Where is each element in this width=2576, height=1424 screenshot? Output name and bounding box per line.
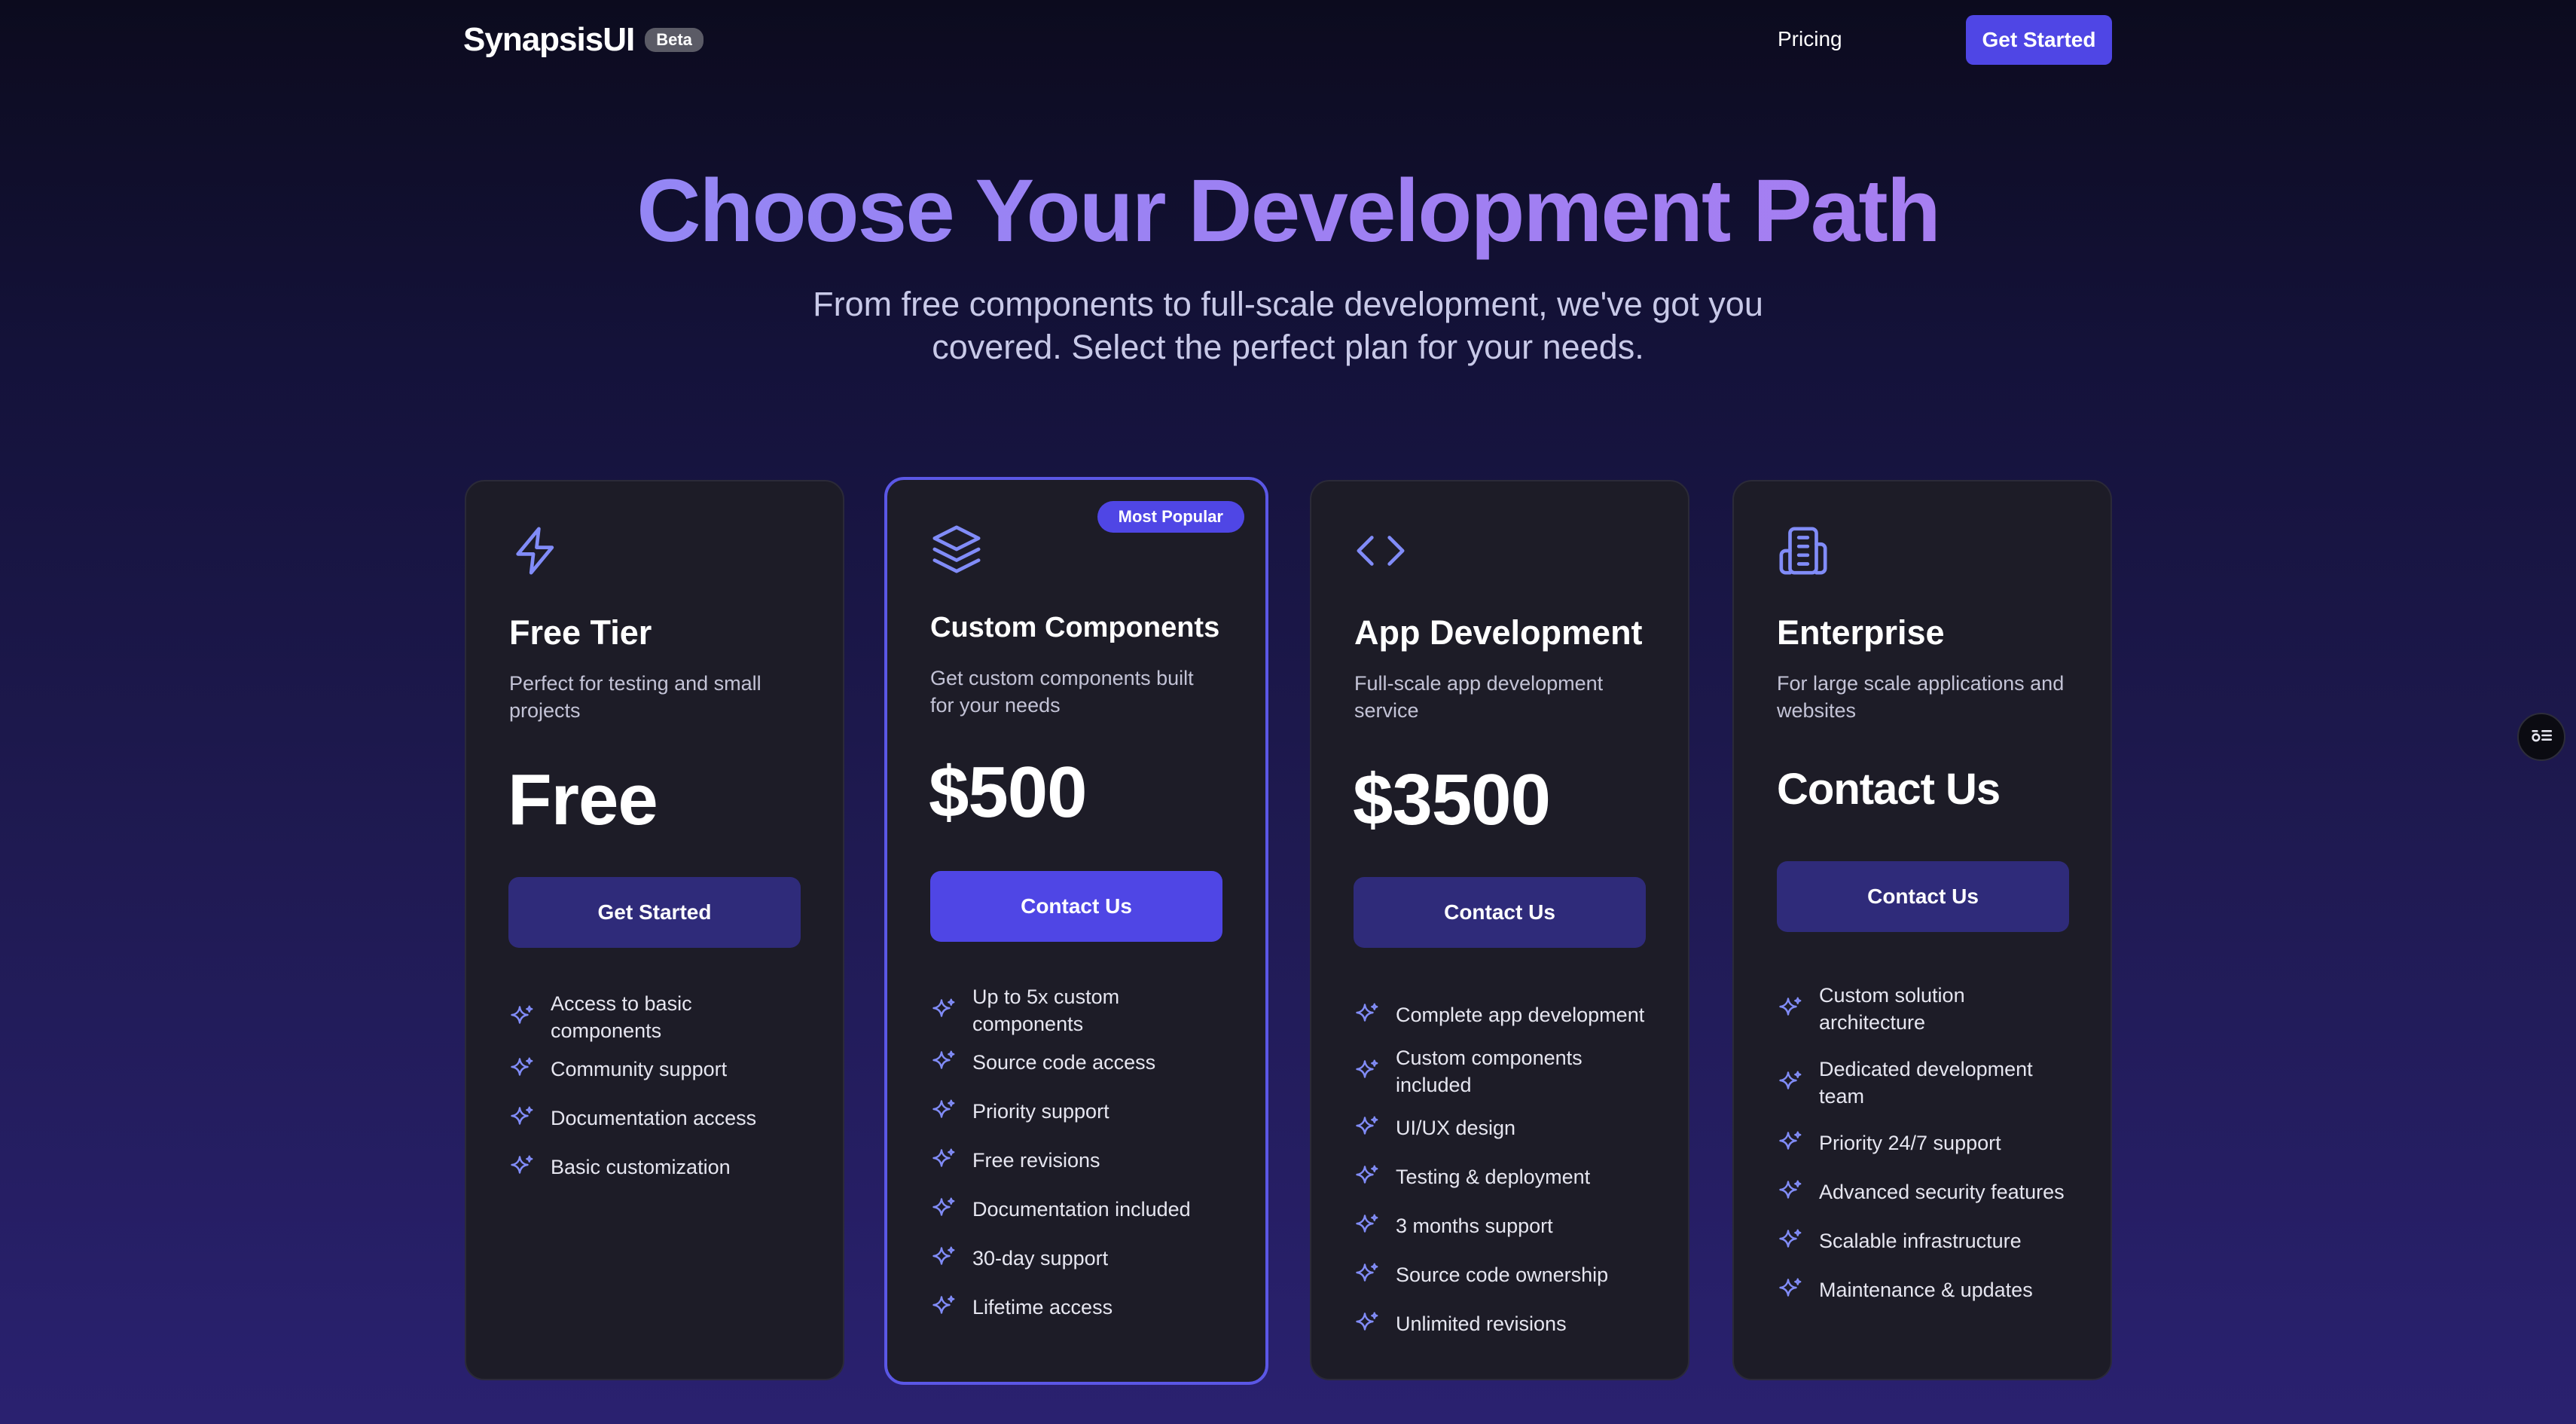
sparkle-icon [930, 997, 957, 1024]
feature-item: Source code access [930, 1037, 1247, 1086]
feature-item: 30-day support [930, 1233, 1247, 1282]
plan-description-line: for your needs [930, 694, 1061, 717]
feature-item: Complete app development [1354, 990, 1670, 1039]
subtitle-line-1: From free components to full-scale devel… [813, 285, 1763, 323]
plan-title: Custom Components [930, 612, 1220, 643]
header-get-started-button[interactable]: Get Started [1966, 15, 2112, 65]
feature-item: Scalable infrastructure [1777, 1216, 2093, 1265]
most-popular-badge: Most Popular [1097, 501, 1244, 533]
sparkle-icon [1777, 1227, 1804, 1254]
feature-item: Lifetime access [930, 1282, 1247, 1331]
feature-item: Testing & deployment [1354, 1152, 1670, 1201]
plan-price: $500 [929, 752, 1088, 833]
sparkle-icon [1777, 995, 1804, 1022]
feature-item: Up to 5x custom components [930, 983, 1247, 1037]
plan-contact-us-button[interactable]: Contact Us [1354, 877, 1646, 948]
sparkle-icon [1354, 1212, 1381, 1239]
plan-description: Full-scale app development service [1354, 670, 1603, 724]
plan-description-line: Get custom components built [930, 667, 1194, 689]
plan-description-line: Full-scale app development [1354, 672, 1604, 695]
sparkle-icon [930, 1294, 957, 1321]
plan-description-line: websites [1777, 699, 1857, 722]
feature-item: Access to basic components [508, 990, 825, 1044]
feature-item: Custom components included [1354, 1039, 1670, 1103]
feature-list: Access to basic components Community sup… [508, 990, 825, 1191]
page-title: Choose Your Development Path [0, 158, 2576, 264]
plan-price: Contact Us [1777, 765, 2001, 814]
sparkle-icon [508, 1004, 536, 1031]
plan-description: Perfect for testing and small projects [509, 670, 762, 724]
sparkle-icon [930, 1245, 957, 1272]
plan-description-line: Perfect for testing and small [509, 672, 762, 695]
feature-item: Free revisions [930, 1135, 1247, 1184]
feature-item: Documentation access [508, 1093, 825, 1142]
sparkle-icon [1777, 1276, 1804, 1303]
plan-title: App Development [1354, 613, 1643, 652]
settings-menu-icon [2529, 723, 2554, 752]
sparkle-icon [930, 1098, 957, 1125]
plan-contact-us-button[interactable]: Contact Us [1777, 861, 2069, 932]
plan-description: For large scale applications and website… [1777, 670, 2064, 724]
plan-description-line: For large scale applications and [1777, 672, 2065, 695]
beta-badge: Beta [645, 28, 704, 52]
feature-item: Advanced security features [1777, 1167, 2093, 1216]
plan-get-started-button[interactable]: Get Started [508, 877, 801, 948]
plan-card-enterprise: Enterprise For large scale applications … [1732, 480, 2112, 1380]
sparkle-icon [930, 1049, 957, 1076]
brand-name: SynapsisUI [463, 21, 635, 58]
feature-item: Dedicated development team [1777, 1047, 2093, 1118]
plan-title: Enterprise [1777, 613, 1945, 652]
sparkle-icon [930, 1196, 957, 1223]
sparkle-icon [1354, 1261, 1381, 1288]
sparkle-icon [508, 1154, 536, 1181]
feature-list: Custom solution architecture Dedicated d… [1777, 971, 2093, 1314]
sparkle-icon [1354, 1163, 1381, 1190]
feature-item: Documentation included [930, 1184, 1247, 1233]
feature-list: Up to 5x custom components Source code a… [930, 983, 1247, 1331]
sparkle-icon [1777, 1178, 1804, 1206]
feature-item: Unlimited revisions [1354, 1299, 1670, 1348]
feature-item: Basic customization [508, 1142, 825, 1191]
plan-title: Free Tier [509, 613, 652, 652]
building-icon [1777, 524, 1830, 577]
lightning-icon [509, 524, 562, 577]
feature-list: Complete app development Custom componen… [1354, 990, 1670, 1348]
plan-description-line: service [1354, 699, 1419, 722]
plan-contact-us-button[interactable]: Contact Us [930, 871, 1222, 942]
feature-item: Maintenance & updates [1777, 1265, 2093, 1314]
feature-item: Source code ownership [1354, 1250, 1670, 1299]
nav-pricing-link[interactable]: Pricing [1778, 27, 1842, 51]
feature-item: Priority support [930, 1086, 1247, 1135]
feature-item: UI/UX design [1354, 1103, 1670, 1152]
sparkle-icon [930, 1147, 957, 1174]
plan-description-line: projects [509, 699, 581, 722]
sparkle-icon [1354, 1310, 1381, 1337]
sparkle-icon [1777, 1069, 1804, 1096]
sparkle-icon [1354, 1001, 1381, 1028]
sparkle-icon [1354, 1114, 1381, 1141]
plan-card-free: Free Tier Perfect for testing and small … [465, 480, 844, 1380]
sparkle-icon [508, 1105, 536, 1132]
page-subtitle: From free components to full-scale devel… [768, 283, 1808, 368]
feature-item: 3 months support [1354, 1201, 1670, 1250]
sparkle-icon [508, 1056, 536, 1083]
code-icon [1354, 524, 1407, 577]
plan-card-app-development: App Development Full-scale app developme… [1310, 480, 1689, 1380]
plan-description: Get custom components built for your nee… [930, 665, 1194, 719]
sparkle-icon [1777, 1129, 1804, 1157]
feature-item: Priority 24/7 support [1777, 1118, 2093, 1167]
plan-price: Free [508, 759, 658, 840]
brand[interactable]: SynapsisUI Beta [463, 21, 704, 59]
plan-card-custom-components: Most Popular Custom Components Get custo… [884, 477, 1268, 1385]
plan-price: $3500 [1353, 759, 1551, 840]
layers-icon [930, 523, 983, 576]
feature-item: Community support [508, 1044, 825, 1093]
subtitle-line-2: covered. Select the perfect plan for you… [932, 328, 1644, 366]
sparkle-icon [1354, 1058, 1381, 1085]
settings-menu-button[interactable] [2517, 713, 2565, 761]
feature-item: Custom solution architecture [1777, 971, 2093, 1047]
